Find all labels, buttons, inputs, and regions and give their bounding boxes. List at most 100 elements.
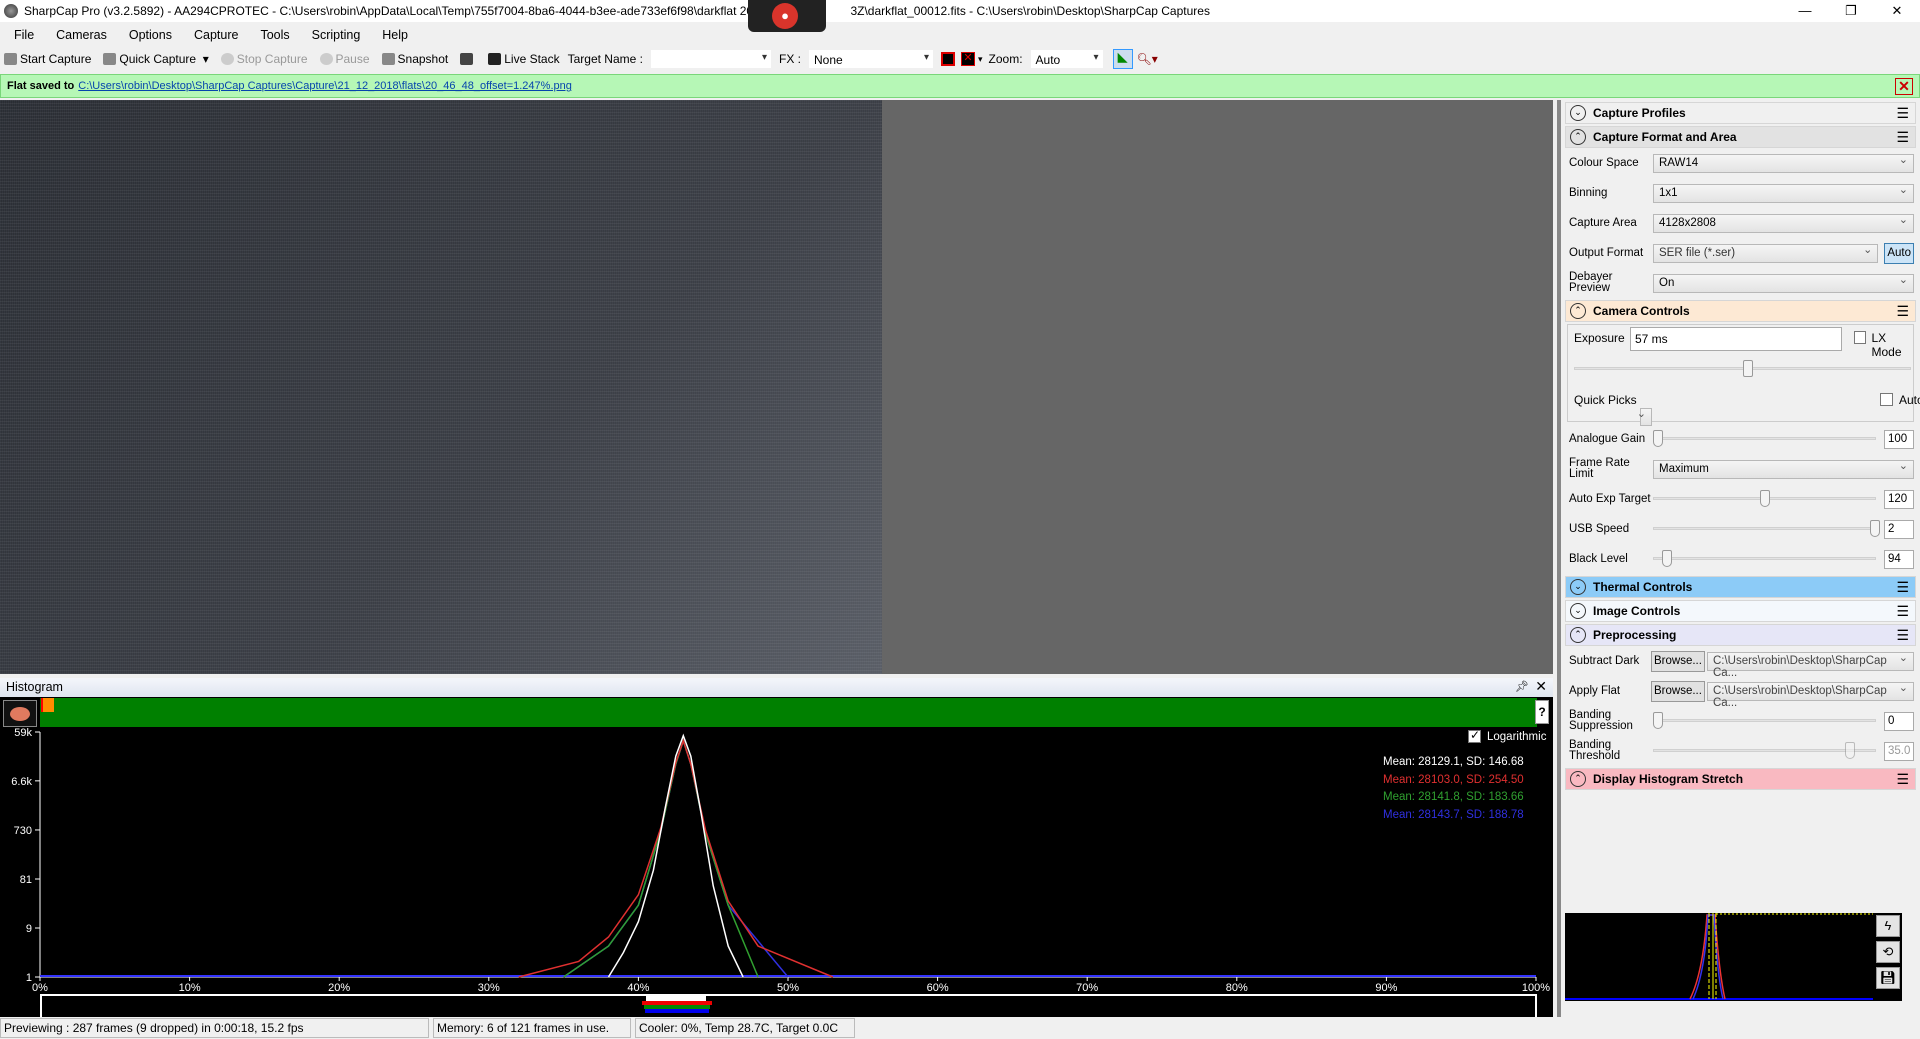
snapshot-button[interactable]: Snapshot xyxy=(378,52,448,66)
chevron-down-icon[interactable]: ⌄ xyxy=(1570,579,1586,595)
output-format-auto-button[interactable]: Auto xyxy=(1884,242,1914,264)
browse-flat-button[interactable]: Browse... xyxy=(1651,680,1705,702)
banding-suppression-slider[interactable] xyxy=(1653,711,1876,731)
chevron-down-icon[interactable]: ⌄ xyxy=(1570,105,1586,121)
analogue-gain-slider[interactable] xyxy=(1653,429,1876,449)
capture-area-select[interactable]: 4128x2808 xyxy=(1653,213,1914,233)
section-preprocessing[interactable]: ⌃ Preprocessing ☰ xyxy=(1565,624,1916,646)
chevron-up-icon[interactable]: ⌃ xyxy=(1570,129,1586,145)
output-format-select[interactable]: SER file (*.ser) xyxy=(1653,243,1879,263)
monitor-button[interactable] xyxy=(456,53,476,65)
lx-mode-checkbox[interactable]: LX Mode xyxy=(1854,331,1913,359)
fx-select[interactable]: None xyxy=(809,50,933,68)
exposure-label: Exposure xyxy=(1574,331,1625,345)
banding-threshold-slider[interactable] xyxy=(1653,741,1876,761)
auto-stretch-icon[interactable]: ϟ xyxy=(1876,915,1900,937)
pin-icon[interactable]: 📌︎ xyxy=(1515,680,1529,693)
subtract-dark-select[interactable]: C:\Users\robin\Desktop\SharpCap Ca... xyxy=(1706,651,1914,679)
menu-cameras[interactable]: Cameras xyxy=(42,28,115,42)
crosshair-button[interactable]: ✕ xyxy=(961,52,975,66)
apply-flat-select[interactable]: C:\Users\robin\Desktop\SharpCap Ca... xyxy=(1706,681,1914,709)
banding-threshold-input[interactable]: 35.0 xyxy=(1884,741,1914,761)
histogram-panel: Histogram 📌︎ ✕ ? Logarithmic Mean: 28129… xyxy=(0,678,1553,1017)
frame-rate-limit-select[interactable]: Maximum xyxy=(1653,459,1914,479)
restore-button[interactable]: ❐ xyxy=(1828,0,1874,22)
auto-exp-target-input[interactable]: 120 xyxy=(1884,489,1914,509)
section-title: Display Histogram Stretch xyxy=(1593,772,1744,786)
stop-capture-button[interactable]: Stop Capture xyxy=(217,52,308,66)
image-viewer[interactable] xyxy=(0,100,1553,674)
section-camera-controls[interactable]: ⌃ Camera Controls ☰ xyxy=(1565,300,1916,322)
usb-speed-input[interactable]: 2 xyxy=(1884,519,1914,539)
chevron-up-icon[interactable]: ⌃ xyxy=(1570,771,1586,787)
screen-recorder-overlay[interactable]: ● xyxy=(748,0,826,32)
hamburger-menu-icon[interactable]: ☰ xyxy=(1896,105,1909,122)
reticle-button[interactable] xyxy=(941,52,955,66)
menu-file[interactable]: File xyxy=(0,28,42,42)
reset-stretch-icon[interactable]: ⟲ xyxy=(1876,941,1900,963)
section-thermal-controls[interactable]: ⌄ Thermal Controls ☰ xyxy=(1565,576,1916,598)
y-tick-label: 81 xyxy=(20,874,32,886)
close-notice-button[interactable]: ✕ xyxy=(1895,78,1913,95)
live-stack-button[interactable]: Live Stack xyxy=(484,52,560,66)
checkbox-icon[interactable] xyxy=(1854,331,1866,344)
camera-icon xyxy=(103,53,117,65)
histogram-level-strip[interactable] xyxy=(40,994,1537,1017)
help-button[interactable]: ? xyxy=(1535,700,1549,724)
saved-file-link[interactable]: C:\Users\robin\Desktop\SharpCap Captures… xyxy=(78,80,572,92)
y-tick-label: 59k xyxy=(14,728,32,739)
black-level-input[interactable]: 94 xyxy=(1884,549,1914,569)
hamburger-menu-icon[interactable]: ☰ xyxy=(1896,771,1909,788)
smart-histogram-brain-button[interactable] xyxy=(3,700,37,727)
black-level-slider[interactable] xyxy=(1653,549,1876,569)
section-capture-profiles[interactable]: ⌄ Capture Profiles ☰ xyxy=(1565,102,1916,124)
browse-dark-button[interactable]: Browse... xyxy=(1651,650,1705,672)
hamburger-menu-icon[interactable]: ☰ xyxy=(1896,303,1909,320)
auto-exp-target-slider[interactable] xyxy=(1653,489,1876,509)
usb-speed-slider[interactable] xyxy=(1653,519,1880,539)
menu-capture[interactable]: Capture xyxy=(180,28,246,42)
close-histogram-button[interactable]: ✕ xyxy=(1535,678,1547,695)
fx-label: FX : xyxy=(778,52,801,66)
minimize-button[interactable]: — xyxy=(1782,0,1828,22)
exposure-input[interactable]: 57 ms xyxy=(1630,327,1842,351)
colour-space-select[interactable]: RAW14 xyxy=(1653,153,1914,173)
chevron-down-icon[interactable]: ⌄ xyxy=(1570,603,1586,619)
output-format-label: Output Format xyxy=(1569,246,1644,259)
menu-scripting[interactable]: Scripting xyxy=(298,28,369,42)
binning-select[interactable]: 1x1 xyxy=(1653,183,1914,203)
hamburger-menu-icon[interactable]: ☰ xyxy=(1896,603,1909,620)
menu-options[interactable]: Options xyxy=(115,28,180,42)
quick-capture-button[interactable]: Quick Capture ▾ xyxy=(99,52,209,66)
exposure-slider[interactable] xyxy=(1574,359,1911,379)
menu-tools[interactable]: Tools xyxy=(246,28,297,42)
zoom-magnifier-icon[interactable]: 🔍︎▾ xyxy=(1137,52,1158,66)
chevron-up-icon[interactable]: ⌃ xyxy=(1570,303,1586,319)
checkbox-icon[interactable] xyxy=(1880,393,1893,406)
chevron-up-icon[interactable]: ⌃ xyxy=(1570,627,1586,643)
analogue-gain-input[interactable]: 100 xyxy=(1884,429,1914,449)
snapshot-icon xyxy=(381,53,395,65)
quick-picks-auto-checkbox[interactable]: Auto xyxy=(1880,393,1920,407)
hamburger-menu-icon[interactable]: ☰ xyxy=(1896,579,1909,596)
close-window-button[interactable]: ✕ xyxy=(1874,0,1920,22)
section-display-histogram-stretch[interactable]: ⌃ Display Histogram Stretch ☰ xyxy=(1565,768,1916,790)
stretch-histogram[interactable]: ϟ ⟲ 💾︎ xyxy=(1565,913,1902,1001)
hamburger-menu-icon[interactable]: ☰ xyxy=(1896,627,1909,644)
section-capture-format[interactable]: ⌃ Capture Format and Area ☰ xyxy=(1565,126,1916,148)
section-image-controls[interactable]: ⌄ Image Controls ☰ xyxy=(1565,600,1916,622)
crosshair-dropdown-icon[interactable]: ▾ xyxy=(978,54,983,65)
debayer-preview-select[interactable]: On xyxy=(1653,273,1914,293)
histogram-toggle-icon[interactable]: ◣ xyxy=(1112,49,1133,69)
range-handle[interactable] xyxy=(41,698,54,712)
save-stretch-icon[interactable]: 💾︎ xyxy=(1876,967,1900,989)
menu-help[interactable]: Help xyxy=(368,28,416,42)
hamburger-menu-icon[interactable]: ☰ xyxy=(1896,129,1909,146)
microphone-icon[interactable]: ● xyxy=(772,3,798,29)
histogram-range-bar[interactable] xyxy=(40,698,1537,727)
pause-button[interactable]: Pause xyxy=(316,52,370,66)
zoom-select[interactable]: Auto xyxy=(1030,50,1103,68)
banding-suppression-input[interactable]: 0 xyxy=(1884,711,1914,731)
start-capture-button[interactable]: Start Capture xyxy=(0,52,91,66)
target-name-input[interactable] xyxy=(650,50,771,68)
